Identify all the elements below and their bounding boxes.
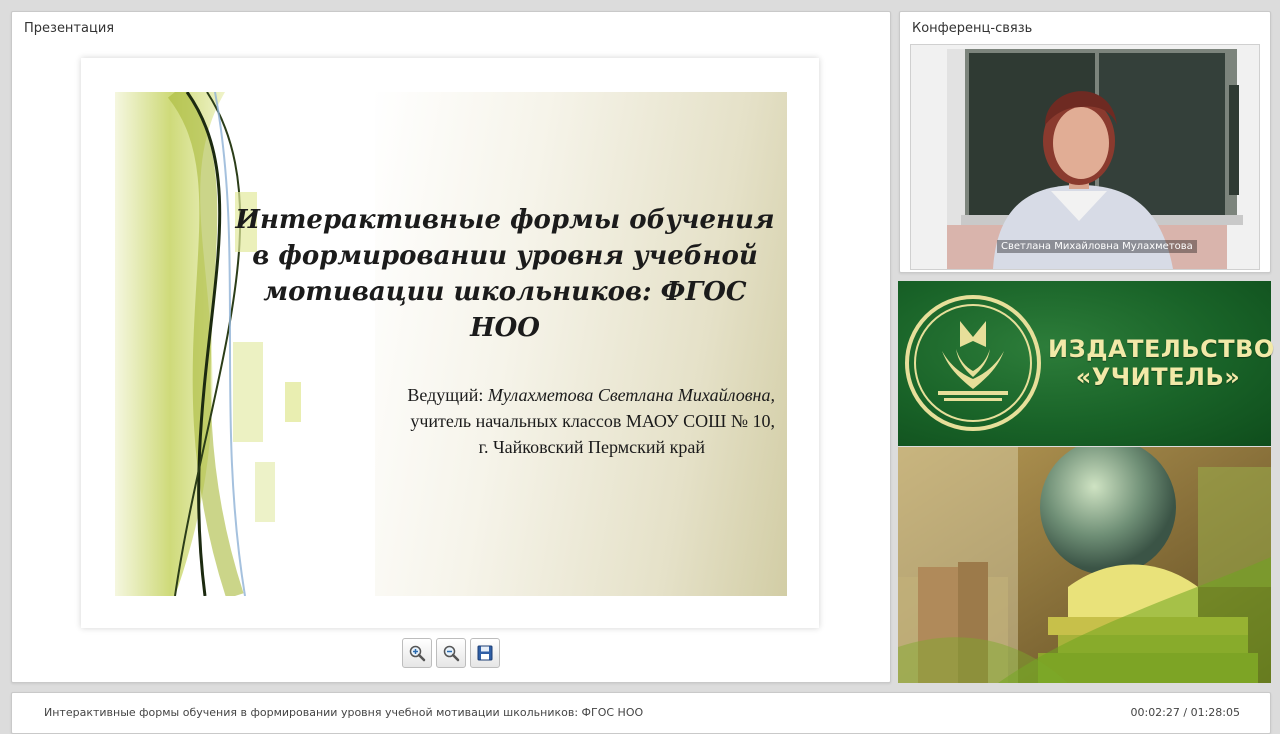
participant-name-label: Светлана Михайловна Мулахметова <box>997 240 1197 253</box>
presenter-name: Мулахметова Светлана Михайловна, <box>487 385 775 405</box>
bottom-bar: Интерактивные формы обучения в формирова… <box>11 692 1271 734</box>
save-icon <box>477 645 493 661</box>
publisher-photo <box>898 447 1271 683</box>
publisher-name-line2: «УЧИТЕЛЬ» <box>1075 363 1241 391</box>
publisher-name-line1: ИЗДАТЕЛЬСТВО <box>1048 335 1275 363</box>
zoom-out-icon <box>443 645 460 662</box>
save-button[interactable] <box>470 638 500 668</box>
presentation-panel-title: Презентация <box>24 21 115 36</box>
conference-panel-title: Конференц-связь <box>912 21 1033 36</box>
playback-time: 00:02:27 / 01:28:05 <box>1130 706 1240 719</box>
slide-art: Интерактивные формы обучения в формирова… <box>115 92 787 596</box>
slide-presenter-info: Ведущий: Мулахметова Светлана Михайловна… <box>315 382 775 460</box>
publisher-logo-icon <box>905 295 1041 431</box>
zoom-in-button[interactable] <box>402 638 432 668</box>
presenter-role: учитель начальных классов МАОУ СОШ № 10, <box>410 411 775 431</box>
conference-video[interactable]: Светлана Михайловна Мулахметова <box>910 44 1260 270</box>
video-feed-image <box>911 45 1259 269</box>
zoom-out-button[interactable] <box>436 638 466 668</box>
presenter-line: Ведущий: Мулахметова Светлана Михайловна… <box>315 382 775 408</box>
presentation-slide: Интерактивные формы обучения в формирова… <box>81 58 819 628</box>
books-globe-image <box>898 447 1271 683</box>
slide-title: Интерактивные формы обучения в формирова… <box>235 205 775 343</box>
zoom-in-icon <box>409 645 426 662</box>
presenter-label: Ведущий: <box>407 385 488 405</box>
publisher-name: ИЗДАТЕЛЬСТВО «УЧИТЕЛЬ» <box>1048 335 1275 391</box>
footer-title: Интерактивные формы обучения в формирова… <box>44 706 644 719</box>
presentation-panel: Презентация Интерактивные формы обучения… <box>11 11 891 683</box>
publisher-banner: ИЗДАТЕЛЬСТВО «УЧИТЕЛЬ» <box>898 281 1275 446</box>
presenter-location: г. Чайковский Пермский край <box>478 437 705 457</box>
conference-panel: Конференц-связь Светлана Михайловна Мула… <box>899 11 1271 273</box>
presentation-toolbar <box>402 638 500 668</box>
